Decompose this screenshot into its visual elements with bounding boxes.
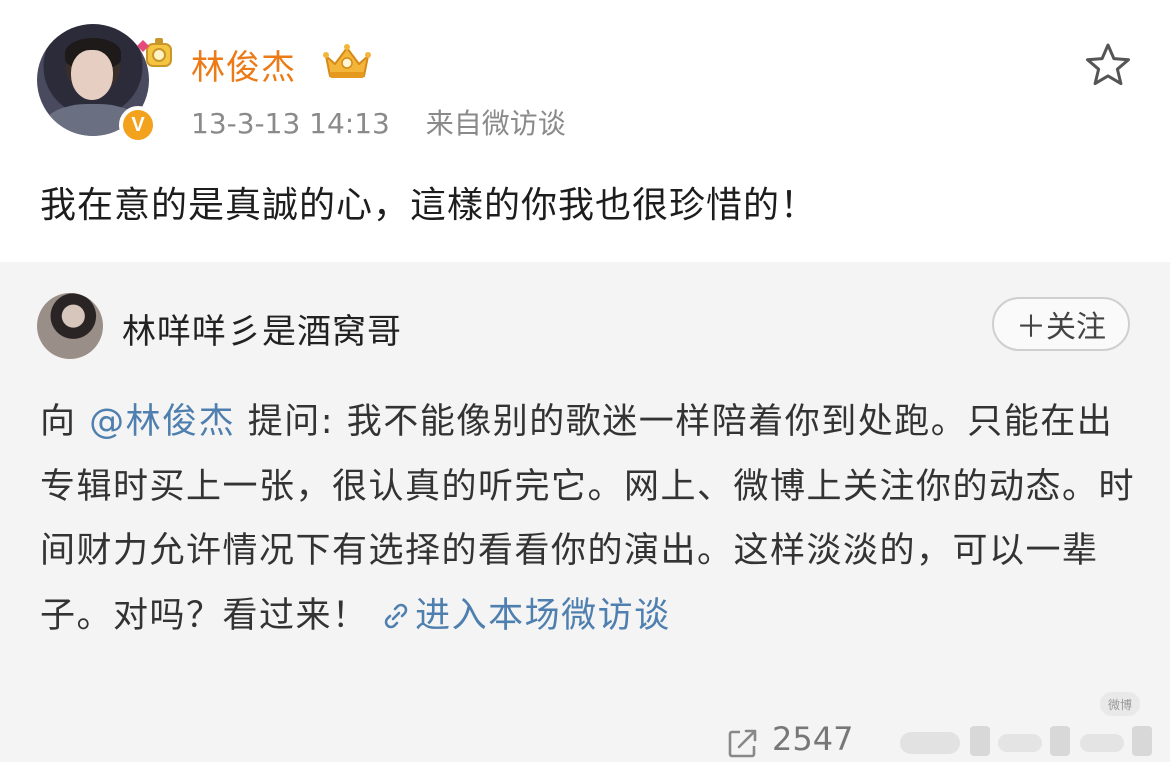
post-source[interactable]: 来自微访谈 [426, 107, 566, 140]
post-timestamp: 13-3-13 14:13 [191, 107, 390, 140]
mention-link[interactable]: @林俊杰 [89, 402, 235, 442]
interview-link-label: 进入本场微访谈 [415, 595, 671, 636]
watermark: 微博 [1100, 692, 1140, 716]
interview-link[interactable]: 进入本场微访谈 [381, 596, 671, 636]
star-icon[interactable] [1083, 40, 1133, 90]
quote-author-avatar[interactable] [37, 293, 103, 359]
crown-icon [323, 44, 371, 78]
author-avatar[interactable]: V [37, 24, 172, 144]
follow-button[interactable]: ＋关注 [992, 297, 1130, 351]
chain-link-icon [384, 603, 408, 628]
weibo-post: V 林俊杰 13-3-13 14:13 来自微访谈 我在意的是真誠的心，這樣的你… [0, 0, 1170, 262]
quote-author-name[interactable]: 林咩咩彡是酒窝哥 [122, 304, 402, 353]
author-name[interactable]: 林俊杰 [191, 40, 296, 89]
quote-question-text: 向 @林俊杰 提问: 我不能像别的歌迷一样陪着你到处跑。只能在出专辑时买上一张，… [40, 390, 1135, 648]
blurred-stats [900, 726, 1152, 756]
verified-badge-icon: V [119, 106, 157, 144]
share-count: 2547 [772, 720, 854, 758]
avatar-pendant-icon [137, 38, 172, 67]
question-prefix: 向 [40, 402, 90, 442]
share-icon[interactable] [726, 726, 760, 760]
post-meta: 13-3-13 14:13 来自微访谈 [191, 102, 566, 142]
post-text: 我在意的是真誠的心，這樣的你我也很珍惜的！ [40, 185, 818, 226]
